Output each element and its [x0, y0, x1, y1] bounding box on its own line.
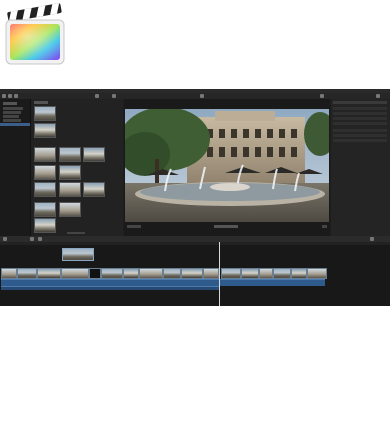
- timeline-clip[interactable]: [17, 268, 37, 279]
- clip-thumbnail[interactable]: [59, 202, 81, 217]
- inspector-row[interactable]: [333, 112, 387, 115]
- clip-thumbnail[interactable]: [59, 147, 81, 162]
- import-icon[interactable]: [2, 94, 6, 98]
- clip-thumbnail[interactable]: [34, 218, 56, 233]
- inspector-row[interactable]: [333, 107, 387, 110]
- clip-filter-icon[interactable]: [95, 94, 99, 98]
- timeline-clip[interactable]: [259, 268, 273, 279]
- viewer-panel: [124, 99, 330, 236]
- browser-header: [34, 101, 48, 104]
- edit-tools-icon[interactable]: [30, 237, 34, 241]
- library-item-selected[interactable]: [0, 123, 30, 126]
- select-tool-icon[interactable]: [38, 237, 42, 241]
- clip-thumbnail[interactable]: [34, 202, 56, 217]
- index-icon[interactable]: [3, 237, 7, 241]
- timeline-clip[interactable]: [241, 268, 259, 279]
- timeline-clip[interactable]: [139, 268, 163, 279]
- library-item[interactable]: [3, 111, 21, 114]
- clip-appearance-icon[interactable]: [370, 237, 374, 241]
- clip-thumbnail[interactable]: [34, 165, 56, 180]
- timeline-clip[interactable]: [37, 268, 61, 279]
- analyze-icon[interactable]: [14, 94, 18, 98]
- timeline-clip[interactable]: [123, 268, 139, 279]
- fullscreen-icon[interactable]: [322, 225, 327, 228]
- library-item[interactable]: [3, 115, 19, 118]
- timecode-display: [214, 225, 238, 228]
- clip-thumbnail[interactable]: [34, 123, 56, 138]
- clip-thumbnail[interactable]: [59, 182, 81, 197]
- inspector-row[interactable]: [333, 117, 387, 120]
- clip-thumbnail[interactable]: [34, 182, 56, 197]
- inspector-panel: [331, 99, 390, 236]
- inspector-toggle-icon[interactable]: [376, 94, 380, 98]
- timeline-clip[interactable]: [291, 268, 307, 279]
- timeline-clip[interactable]: [1, 268, 17, 279]
- viewer-zoom-icon[interactable]: [200, 94, 204, 98]
- video-frame: [125, 109, 329, 222]
- inspector-row[interactable]: [333, 134, 387, 137]
- timeline-clip[interactable]: [273, 268, 291, 279]
- inspector-row[interactable]: [333, 139, 387, 142]
- audio-waveform[interactable]: [1, 279, 325, 286]
- timeline-clip[interactable]: [163, 268, 181, 279]
- clip-thumbnail[interactable]: [83, 147, 105, 162]
- browser-status: [67, 232, 85, 234]
- clip-thumbnail[interactable]: [34, 147, 56, 162]
- keyword-icon[interactable]: [8, 94, 12, 98]
- browser-panel: [31, 99, 123, 236]
- timeline-clip[interactable]: [181, 268, 203, 279]
- app-window: [0, 89, 390, 306]
- timeline-gap[interactable]: [89, 268, 101, 279]
- inspector-row[interactable]: [333, 122, 387, 125]
- clip-thumbnail[interactable]: [34, 106, 56, 121]
- library-item[interactable]: [3, 119, 21, 122]
- library-sidebar: [0, 99, 31, 236]
- view-options-icon[interactable]: [320, 94, 324, 98]
- timeline: [0, 242, 390, 306]
- timeline-clip[interactable]: [203, 268, 219, 279]
- timeline-clip[interactable]: [61, 268, 89, 279]
- inspector-row[interactable]: [333, 129, 387, 132]
- timeline-ruler[interactable]: [0, 242, 390, 245]
- library-item[interactable]: [3, 107, 23, 110]
- timeline-clip[interactable]: [221, 268, 241, 279]
- inspector-header: [333, 101, 387, 104]
- timeline-clip[interactable]: [307, 268, 327, 279]
- viewer-controls[interactable]: [127, 225, 141, 228]
- connected-clip[interactable]: [62, 248, 94, 261]
- final-cut-pro-logo-icon: [5, 3, 65, 65]
- clip-thumbnail[interactable]: [59, 165, 81, 180]
- clip-thumbnail[interactable]: [83, 182, 105, 197]
- browser-settings-icon[interactable]: [112, 94, 116, 98]
- timeline-clip[interactable]: [101, 268, 123, 279]
- audio-track[interactable]: [1, 286, 219, 290]
- library-item[interactable]: [3, 102, 17, 105]
- playhead[interactable]: [219, 242, 220, 306]
